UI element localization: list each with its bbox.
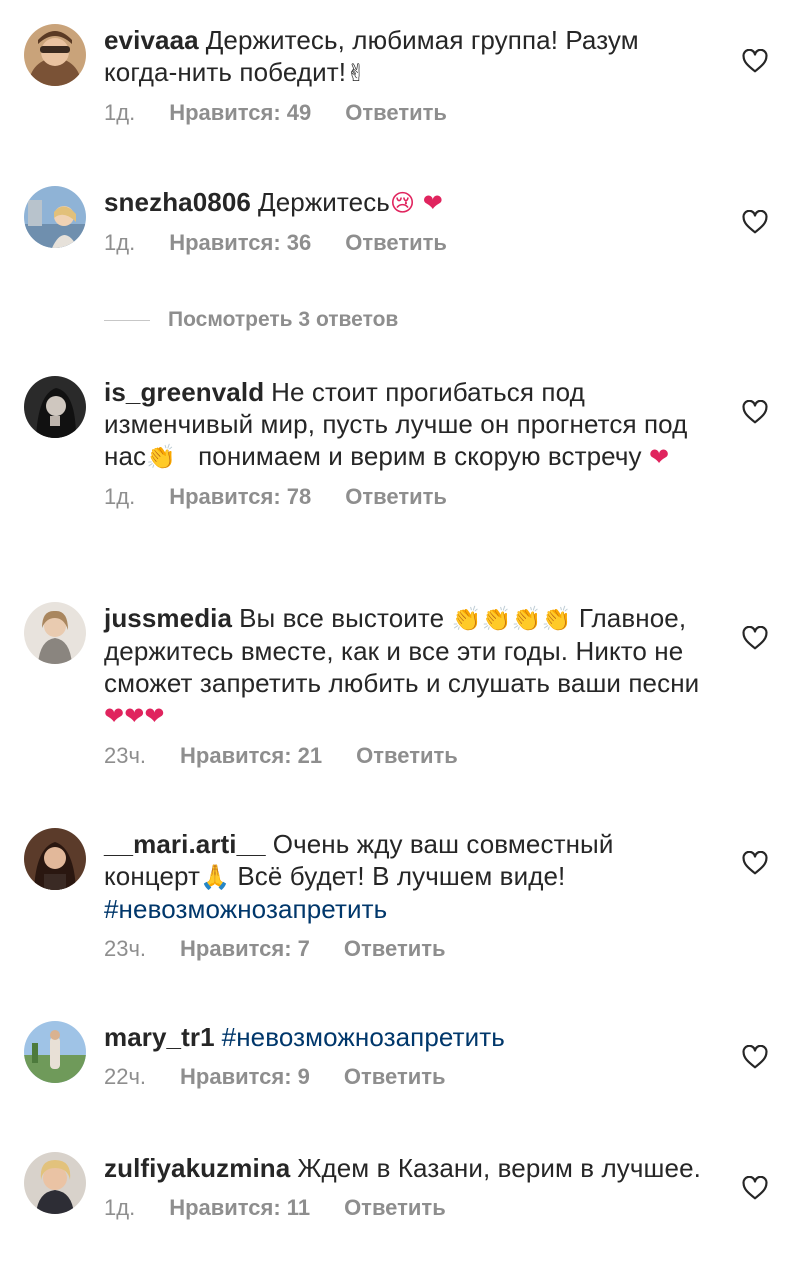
comment-text: zulfiyakuzmina Ждем в Казани, верим в луч…: [104, 1153, 701, 1183]
avatar[interactable]: [24, 24, 86, 86]
comment-meta: 1д. Нравится: 78 Ответить: [104, 484, 704, 510]
timestamp: 22ч.: [104, 1064, 147, 1089]
username[interactable]: mary_tr1: [104, 1022, 215, 1052]
likes-count[interactable]: Нравится: 11: [169, 1195, 310, 1221]
comment-meta: 1д. Нравится: 36 Ответить: [104, 230, 704, 256]
clapping-hands-icon: 👏👏👏👏: [451, 605, 572, 633]
username[interactable]: jussmedia: [104, 603, 232, 633]
username[interactable]: evivaaa: [104, 25, 199, 55]
red-heart-icon: ❤: [648, 443, 670, 471]
username[interactable]: snezha0806: [104, 187, 251, 217]
timestamp: 1д.: [104, 484, 136, 509]
reply-button[interactable]: Ответить: [344, 1064, 446, 1090]
reply-button[interactable]: Ответить: [345, 100, 447, 126]
comment-meta: 23ч. Нравится: 7 Ответить: [104, 936, 704, 962]
heart-outline-icon[interactable]: [742, 1176, 768, 1200]
likes-count[interactable]: Нравится: 21: [180, 743, 322, 769]
comment-meta: 1д. Нравится: 49 Ответить: [104, 100, 704, 126]
avatar[interactable]: [24, 1152, 86, 1214]
heart-outline-icon[interactable]: [742, 400, 768, 424]
reply-button[interactable]: Ответить: [345, 484, 447, 510]
comment-meta: 23ч. Нравится: 21 Ответить: [104, 743, 704, 769]
likes-count[interactable]: Нравится: 36: [169, 230, 311, 256]
heart-outline-icon[interactable]: [742, 210, 768, 234]
avatar[interactable]: [24, 186, 86, 248]
comment-text: evivaaa Держитесь, любимая группа! Разум …: [104, 25, 639, 87]
reply-button[interactable]: Ответить: [344, 936, 446, 962]
red-heart-icon: ❤❤❤: [104, 702, 165, 730]
hashtag-link[interactable]: #невозможнозапретить: [104, 894, 387, 924]
timestamp: 1д.: [104, 1195, 136, 1220]
timestamp: 23ч.: [104, 743, 147, 768]
reply-button[interactable]: Ответить: [356, 743, 458, 769]
reply-button[interactable]: Ответить: [344, 1195, 446, 1221]
likes-count[interactable]: Нравится: 9: [180, 1064, 310, 1090]
username[interactable]: is_greenvald: [104, 377, 264, 407]
timestamp: 1д.: [104, 230, 136, 255]
comment-text: __mari.arti__ Очень жду ваш совместный ко…: [104, 829, 614, 924]
likes-count[interactable]: Нравится: 78: [169, 484, 311, 510]
comment-text: jussmedia Вы все выстоите 👏👏👏👏 Главное, д…: [104, 603, 700, 730]
clapping-hands-icon: 👏: [146, 443, 177, 471]
view-replies-button[interactable]: Посмотреть 3 ответов: [104, 306, 398, 334]
comment-meta: 1д. Нравится: 11 Ответить: [104, 1195, 704, 1221]
heart-outline-icon[interactable]: [742, 1045, 768, 1069]
hashtag-link[interactable]: #невозможнозапретить: [222, 1022, 505, 1052]
comment-meta: 22ч. Нравится: 9 Ответить: [104, 1064, 704, 1090]
comment-text: mary_tr1 #невозможнозапретить: [104, 1021, 704, 1053]
folded-hands-icon: 🙏: [200, 863, 231, 891]
comment-text: snezha0806 Держитесь😢 ❤: [104, 187, 444, 217]
heart-outline-icon[interactable]: [742, 626, 768, 650]
divider: [104, 319, 150, 321]
likes-count[interactable]: Нравится: 7: [180, 936, 310, 962]
timestamp: 23ч.: [104, 936, 147, 961]
username[interactable]: __mari.arti__: [104, 829, 266, 859]
likes-count[interactable]: Нравится: 49: [169, 100, 311, 126]
crying-face-heart-icon: 😢 ❤: [389, 189, 444, 217]
comment-text: is_greenvald Не стоит прогибаться под изм…: [104, 377, 688, 471]
heart-outline-icon[interactable]: [742, 851, 768, 875]
heart-outline-icon[interactable]: [742, 49, 768, 73]
reply-button[interactable]: Ответить: [345, 230, 447, 256]
avatar[interactable]: [24, 602, 86, 664]
avatar[interactable]: [24, 376, 86, 438]
timestamp: 1д.: [104, 100, 136, 125]
victory-hand-icon: ✌: [346, 59, 367, 87]
avatar[interactable]: [24, 828, 86, 890]
avatar[interactable]: [24, 1021, 86, 1083]
username[interactable]: zulfiyakuzmina: [104, 1153, 290, 1183]
